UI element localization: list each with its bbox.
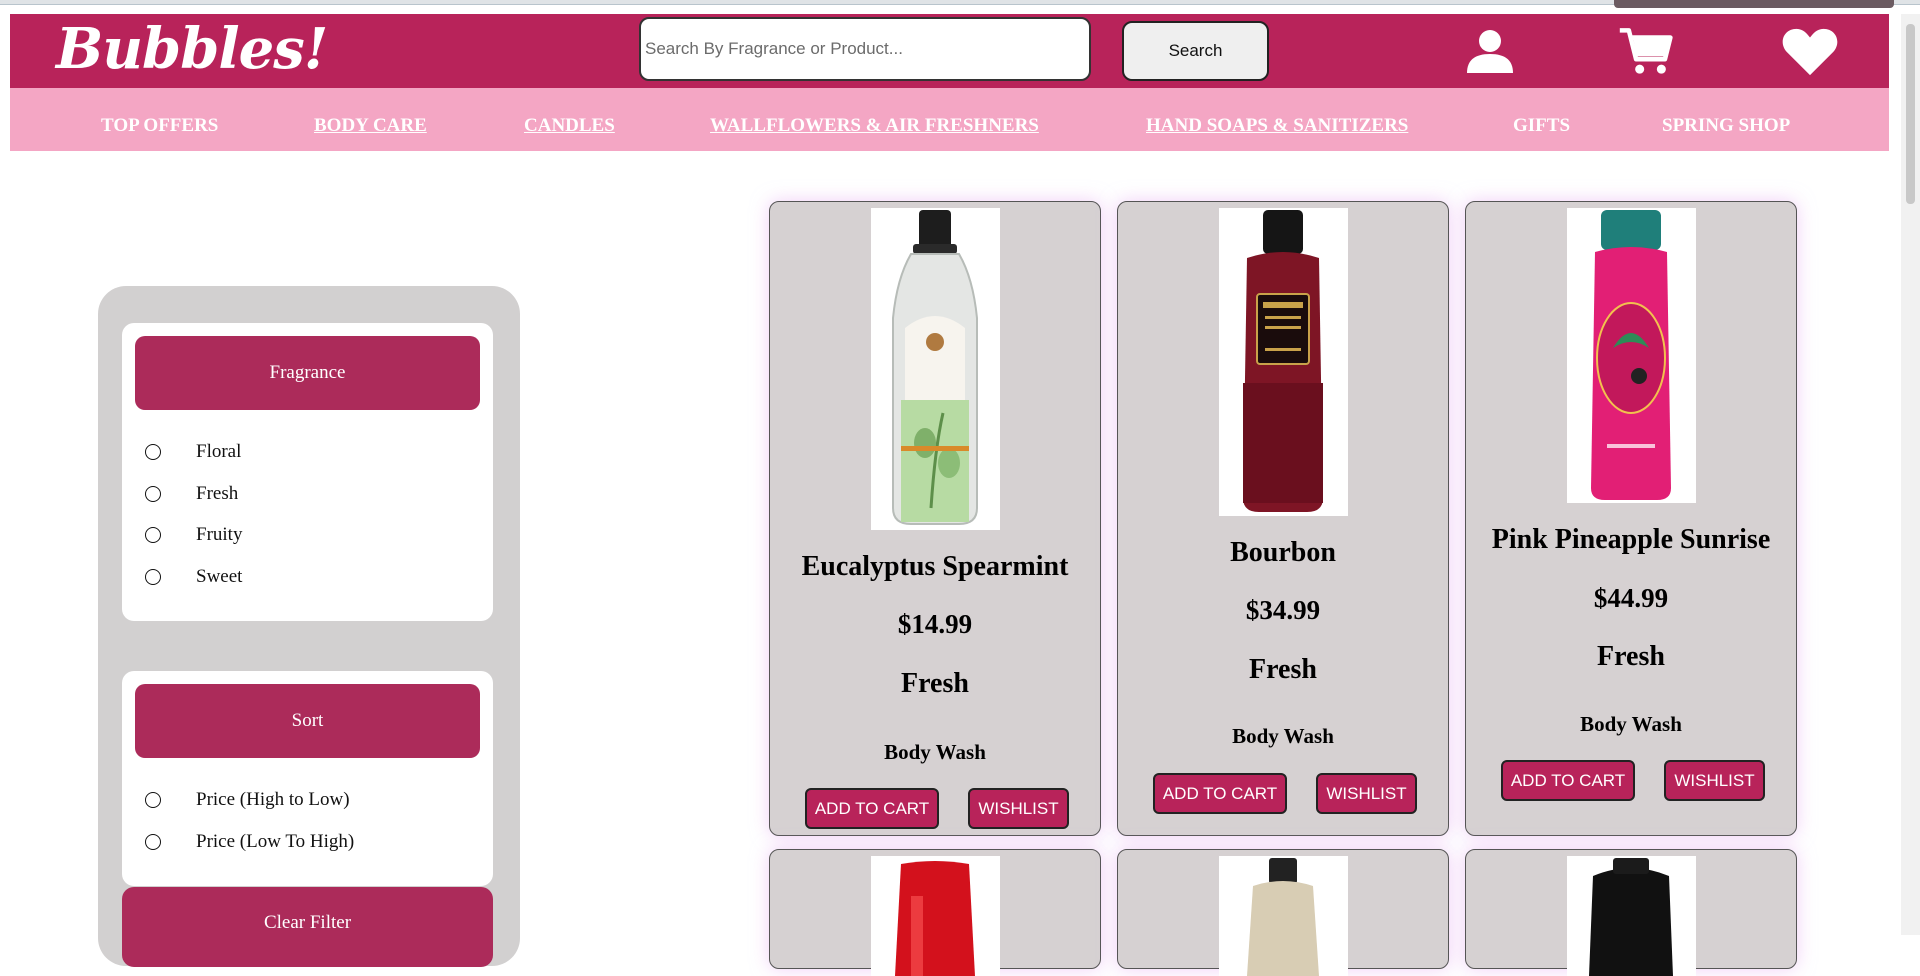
product-price: $44.99 xyxy=(1593,583,1669,613)
radio-button[interactable] xyxy=(145,792,161,808)
wishlist-button[interactable]: WISHLIST xyxy=(968,788,1069,829)
option-label: Fresh xyxy=(196,483,239,504)
product-image[interactable] xyxy=(1567,208,1696,503)
fragrance-filter-heading[interactable]: Fragrance xyxy=(135,336,480,410)
product-image[interactable] xyxy=(871,208,1000,530)
product-type: Body Wash xyxy=(1232,724,1334,748)
sort-option-high-to-low[interactable]: Price (High to Low) xyxy=(145,788,350,812)
option-label: Price (Low To High) xyxy=(196,831,355,852)
product-card xyxy=(1465,849,1797,976)
add-to-cart-button[interactable]: ADD TO CART xyxy=(805,788,939,829)
scrollbar-thumb[interactable] xyxy=(1906,24,1915,204)
add-to-cart-button[interactable]: ADD TO CART xyxy=(1501,760,1635,801)
product-card: Pink Pineapple Sunrise $44.99 Fresh Body… xyxy=(1465,201,1797,836)
user-icon[interactable] xyxy=(1462,24,1518,80)
sort-heading[interactable]: Sort xyxy=(135,684,480,758)
product-image[interactable] xyxy=(1567,856,1696,976)
product-card: Eucalyptus Spearmint $14.99 Fresh Body W… xyxy=(769,201,1101,836)
fragrance-option-floral[interactable]: Floral xyxy=(145,440,241,464)
nav-wallflowers[interactable]: WALLFLOWERS & AIR FRESHNERS xyxy=(710,115,1039,137)
product-fragrance: Fresh xyxy=(901,668,969,699)
option-label: Sweet xyxy=(196,566,243,587)
option-label: Fruity xyxy=(196,524,243,545)
nav-gifts[interactable]: GIFTS xyxy=(1513,115,1570,137)
search-button[interactable]: Search xyxy=(1122,21,1269,81)
nav-spring-shop[interactable]: SPRING SHOP xyxy=(1662,115,1790,137)
wishlist-button[interactable]: WISHLIST xyxy=(1664,760,1765,801)
radio-button[interactable] xyxy=(145,486,161,502)
product-name: Bourbon xyxy=(1230,537,1336,568)
nav-top-offers[interactable]: TOP OFFERS xyxy=(101,115,218,137)
nav-hand-soaps[interactable]: HAND SOAPS & SANITIZERS xyxy=(1146,115,1408,137)
product-card xyxy=(1117,849,1449,976)
product-type: Body Wash xyxy=(1580,712,1682,736)
fragrance-filter-panel: Fragrance Floral Fresh Fruity Sweet xyxy=(122,323,493,621)
product-image[interactable] xyxy=(1219,208,1348,516)
search-input[interactable] xyxy=(639,17,1091,81)
heart-icon[interactable] xyxy=(1782,24,1838,80)
product-card xyxy=(769,849,1101,976)
product-image[interactable] xyxy=(871,856,1000,976)
product-price: $14.99 xyxy=(897,609,973,639)
radio-button[interactable] xyxy=(145,527,161,543)
product-price: $34.99 xyxy=(1245,595,1321,625)
option-label: Price (High to Low) xyxy=(196,789,350,810)
product-fragrance: Fresh xyxy=(1249,654,1317,685)
nav-body-care[interactable]: BODY CARE xyxy=(314,115,427,137)
filter-sidebar: Fragrance Floral Fresh Fruity Sweet Sort… xyxy=(98,286,520,967)
category-nav: TOP OFFERS BODY CARE CANDLES WALLFLOWERS… xyxy=(10,88,1889,151)
product-type: Body Wash xyxy=(884,740,986,764)
product-image[interactable] xyxy=(1219,856,1348,976)
product-card: Bourbon $34.99 Fresh Body Wash ADD TO CA… xyxy=(1117,201,1449,836)
option-label: Floral xyxy=(196,441,242,462)
page-scrollbar[interactable] xyxy=(1901,14,1920,935)
fragrance-option-sweet[interactable]: Sweet xyxy=(145,565,242,589)
clear-filter-button[interactable]: Clear Filter xyxy=(122,887,493,967)
nav-candles[interactable]: CANDLES xyxy=(524,115,615,137)
add-to-cart-button[interactable]: ADD TO CART xyxy=(1153,773,1287,814)
fragrance-option-fruity[interactable]: Fruity xyxy=(145,523,242,547)
site-logo[interactable]: Bubbles! xyxy=(56,16,328,82)
radio-button[interactable] xyxy=(145,834,161,850)
browser-tab-overlay xyxy=(1614,0,1894,8)
product-name: Pink Pineapple Sunrise xyxy=(1491,524,1771,555)
fragrance-option-fresh[interactable]: Fresh xyxy=(145,482,238,506)
product-fragrance: Fresh xyxy=(1597,641,1665,672)
radio-button[interactable] xyxy=(145,444,161,460)
product-name: Eucalyptus Spearmint xyxy=(801,551,1069,582)
site-header: Bubbles! Search xyxy=(10,14,1889,88)
wishlist-button[interactable]: WISHLIST xyxy=(1316,773,1417,814)
cart-icon[interactable] xyxy=(1618,24,1674,80)
sort-option-low-to-high[interactable]: Price (Low To High) xyxy=(145,830,354,854)
sort-panel: Sort Price (High to Low) Price (Low To H… xyxy=(122,671,493,886)
radio-button[interactable] xyxy=(145,569,161,585)
